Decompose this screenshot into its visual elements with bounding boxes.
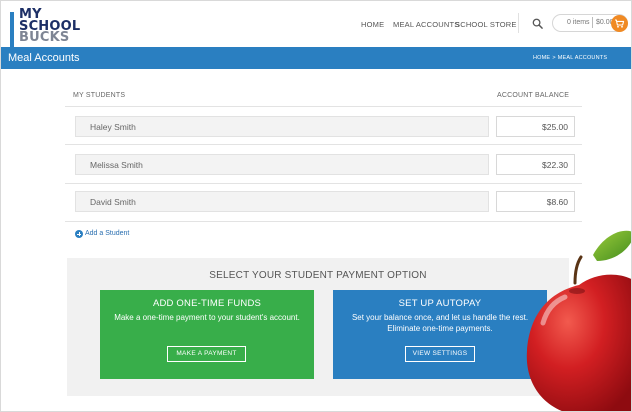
page-title: Meal Accounts bbox=[8, 52, 80, 64]
nav-divider bbox=[518, 13, 519, 33]
row-divider bbox=[65, 221, 582, 222]
student-name-box[interactable]: Melissa Smith bbox=[75, 154, 489, 175]
add-student-label: Add a Student bbox=[85, 230, 130, 237]
student-name: Melissa Smith bbox=[90, 160, 143, 170]
make-payment-button[interactable]: MAKE A PAYMENT bbox=[167, 346, 246, 362]
row-divider bbox=[65, 183, 582, 184]
balance-box: $22.30 bbox=[496, 154, 575, 175]
nav-school-store[interactable]: SCHOOL STORE bbox=[455, 20, 517, 29]
cart-separator bbox=[592, 17, 593, 28]
balance-box: $25.00 bbox=[496, 116, 575, 137]
one-time-funds-card: ADD ONE-TIME FUNDS Make a one-time payme… bbox=[100, 290, 314, 379]
autopay-title: SET UP AUTOPAY bbox=[398, 298, 482, 309]
cart-icon[interactable] bbox=[611, 15, 628, 32]
cart-item-count: 0 items bbox=[567, 19, 590, 26]
header-divider bbox=[65, 106, 582, 107]
plus-circle-icon bbox=[75, 230, 83, 238]
account-balance: $8.60 bbox=[546, 197, 568, 207]
breadcrumb-home[interactable]: HOME bbox=[533, 55, 550, 61]
view-settings-button[interactable]: VIEW SETTINGS bbox=[405, 346, 475, 362]
row-divider bbox=[65, 144, 582, 145]
balance-box: $8.60 bbox=[496, 191, 575, 212]
page-title-bar: Meal Accounts HOME > MEAL ACCOUNTS bbox=[1, 47, 631, 69]
students-column-header: MY STUDENTS bbox=[73, 92, 126, 99]
one-time-funds-title: ADD ONE-TIME FUNDS bbox=[152, 298, 262, 309]
logo-bar bbox=[10, 12, 14, 48]
payment-options-panel: SELECT YOUR STUDENT PAYMENT OPTION ADD O… bbox=[67, 258, 569, 396]
account-balance: $25.00 bbox=[542, 122, 568, 132]
student-name: David Smith bbox=[90, 197, 136, 207]
logo-text: MY SCHOOL BUCKS bbox=[19, 8, 80, 45]
student-name-box[interactable]: David Smith bbox=[75, 191, 489, 212]
cart-glyph bbox=[615, 19, 625, 28]
balance-column-header: ACCOUNT BALANCE bbox=[497, 92, 570, 99]
autopay-card: SET UP AUTOPAY Set your balance once, an… bbox=[333, 290, 547, 379]
breadcrumb-separator: > bbox=[552, 55, 556, 61]
site-header: MY SCHOOL BUCKS HOME MEAL ACCOUNTS SCHOO… bbox=[1, 1, 631, 49]
breadcrumb: HOME > MEAL ACCOUNTS bbox=[533, 55, 607, 61]
nav-meal-accounts[interactable]: MEAL ACCOUNTS bbox=[393, 20, 460, 29]
nav-home[interactable]: HOME bbox=[361, 20, 384, 29]
breadcrumb-current: MEAL ACCOUNTS bbox=[557, 55, 608, 61]
autopay-text: Set your balance once, and let us handle… bbox=[351, 313, 529, 333]
account-balance: $22.30 bbox=[542, 160, 568, 170]
payment-options-title: SELECT YOUR STUDENT PAYMENT OPTION bbox=[209, 270, 427, 281]
apple-image bbox=[526, 230, 631, 411]
one-time-funds-text: Make a one-time payment to your student'… bbox=[114, 313, 300, 322]
search-icon[interactable] bbox=[532, 18, 543, 29]
logo[interactable]: MY SCHOOL BUCKS bbox=[10, 8, 92, 49]
logo-line-3: BUCKS bbox=[19, 30, 70, 45]
student-name: Haley Smith bbox=[90, 122, 136, 132]
app-window: MY SCHOOL BUCKS HOME MEAL ACCOUNTS SCHOO… bbox=[0, 0, 632, 412]
student-name-box[interactable]: Haley Smith bbox=[75, 116, 489, 137]
